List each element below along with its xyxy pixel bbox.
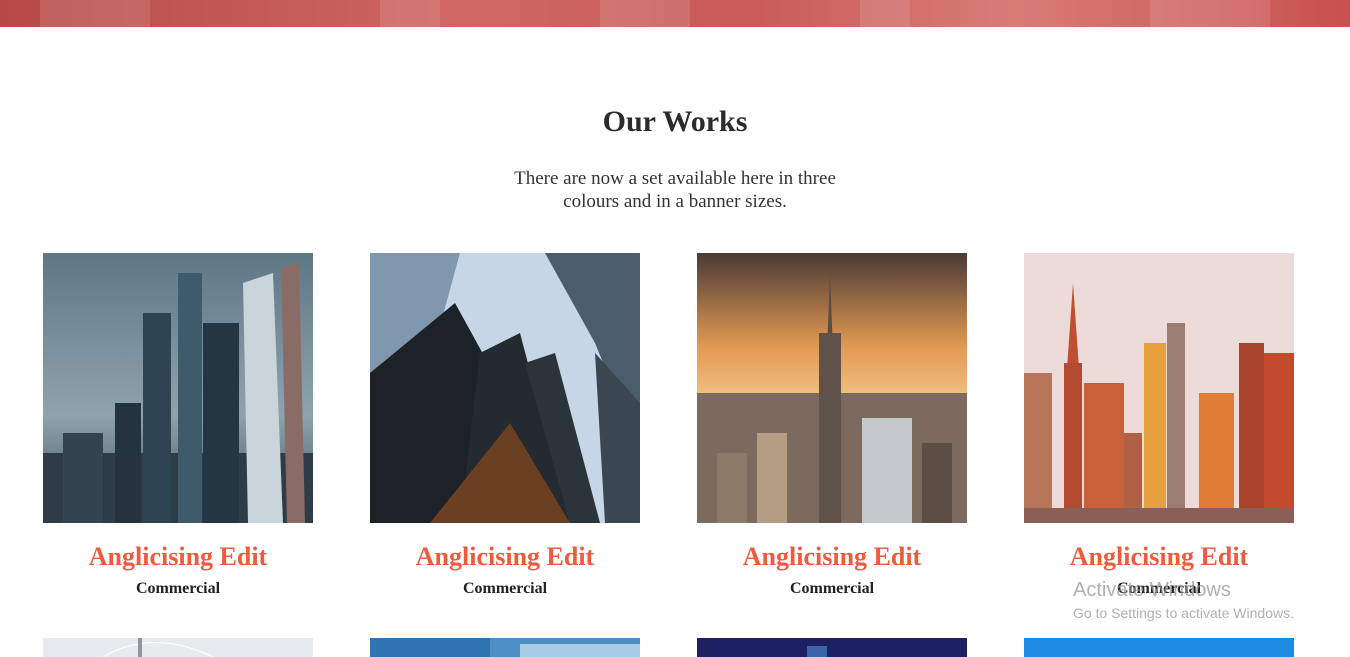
work-image[interactable] <box>697 638 967 657</box>
section-title: Our Works <box>602 105 748 138</box>
work-card[interactable]: Anglicising Edit Commercial <box>697 253 967 598</box>
watermark-text: Go to Settings to activate Windows. <box>1073 605 1294 621</box>
work-image[interactable] <box>697 253 967 523</box>
work-image[interactable] <box>1024 638 1294 657</box>
work-title[interactable]: Anglicising Edit <box>370 542 640 572</box>
work-category: Commercial <box>135 580 221 597</box>
work-card[interactable]: Anglicising Edit Commercial <box>1024 253 1294 598</box>
work-category: Commercial <box>789 580 875 597</box>
work-title[interactable]: Anglicising Edit <box>697 542 967 572</box>
work-image[interactable] <box>43 638 313 657</box>
watermark-title: Activate Windows <box>1073 579 1231 601</box>
work-image[interactable] <box>1024 253 1294 523</box>
work-card[interactable]: Anglicising Edit Commercial <box>370 253 640 598</box>
work-category: Commercial <box>462 580 548 597</box>
work-title[interactable]: Anglicising Edit <box>43 542 313 572</box>
work-image[interactable] <box>370 253 640 523</box>
work-image[interactable] <box>43 253 313 523</box>
os-activation-watermark: Activate Windows Go to Settings to activ… <box>1073 579 1294 621</box>
work-image[interactable] <box>370 638 640 657</box>
section-subtitle: There are now a set available here in th… <box>514 168 836 212</box>
work-title[interactable]: Anglicising Edit <box>1024 542 1294 572</box>
work-card[interactable]: Anglicising Edit Commercial <box>43 253 313 598</box>
hero-banner-bottom-strip <box>0 0 1350 27</box>
